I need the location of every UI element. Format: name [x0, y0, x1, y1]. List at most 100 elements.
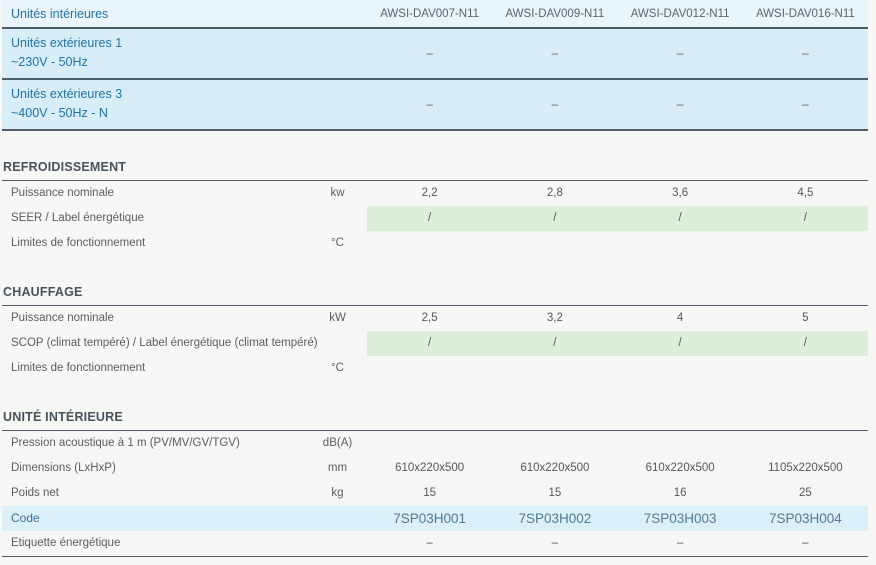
column-header-model-3: AWSI-DAV012-N11 — [630, 7, 730, 20]
cell-value — [492, 431, 617, 456]
outdoor-unit-spec: ~230V - 50Hz — [11, 55, 88, 69]
row-label: SCOP (climat tempéré) / Label énergétiqu… — [11, 337, 318, 349]
cell-value: – — [802, 97, 809, 111]
row-unit: °C — [331, 237, 344, 249]
cell-value: 2,8 — [546, 187, 563, 199]
section-unite-interieure: UNITÉ INTÉRIEURE Pression acoustique à 1… — [2, 405, 868, 557]
cell-value — [743, 356, 868, 381]
cell-value: – — [426, 537, 433, 549]
cell-value — [367, 231, 492, 256]
row-label: Limites de fonctionnement — [11, 362, 146, 374]
cell-value: 5 — [802, 312, 809, 324]
table-row: Poids net kg 15 15 16 25 — [2, 481, 868, 506]
cell-value: – — [802, 46, 809, 60]
table-row-code: Code 7SP03H001 7SP03H002 7SP03H003 7SP03… — [2, 506, 868, 531]
cell-value — [618, 356, 743, 381]
product-code: 7SP03H003 — [643, 511, 717, 526]
cell-value: – — [802, 537, 809, 549]
row-unit: kW — [329, 312, 346, 324]
section-title: CHAUFFAGE — [2, 280, 868, 306]
cell-value: 3,6 — [672, 187, 689, 199]
row-unit — [308, 506, 367, 531]
row-unit — [308, 331, 367, 356]
cell-value: 25 — [798, 487, 812, 499]
outdoor-unit-name: Unités extérieures 3 — [11, 87, 123, 101]
row-label: Puissance nominale — [11, 187, 114, 199]
row-label: Puissance nominale — [11, 312, 114, 324]
cell-value — [367, 356, 492, 381]
row-label: Code — [11, 511, 40, 525]
table-row: Pression acoustique à 1 m (PV/MV/GV/TGV)… — [2, 431, 868, 456]
cell-value — [743, 431, 868, 456]
cell-value: – — [551, 46, 559, 60]
outdoor-unit-label: Unités extérieures 1 ~230V - 50Hz — [2, 34, 367, 72]
table-row: Etiquette énergétique – – – – — [2, 531, 868, 557]
section-title: UNITÉ INTÉRIEURE — [2, 405, 868, 431]
section-title: REFROIDISSEMENT — [2, 155, 868, 181]
table-header-row: Unités intérieures AWSI-DAV007-N11 AWSI-… — [2, 0, 868, 29]
row-label: Pression acoustique à 1 m (PV/MV/GV/TGV) — [11, 437, 240, 449]
cell-value: / — [492, 331, 618, 356]
cell-value — [367, 431, 492, 456]
cell-value: – — [676, 97, 684, 111]
row-unit: kg — [331, 487, 344, 499]
cell-value: / — [367, 331, 493, 356]
cell-value — [618, 231, 743, 256]
cell-value: 15 — [548, 487, 562, 499]
table-row: Limites de fonctionnement °C — [2, 231, 868, 256]
table-row: SCOP (climat tempéré) / Label énergétiqu… — [2, 331, 868, 356]
table-row: Limites de fonctionnement °C — [2, 356, 868, 381]
cell-value: – — [676, 537, 684, 549]
row-unit — [308, 206, 367, 231]
column-header-model-2: AWSI-DAV009-N11 — [505, 7, 605, 20]
column-header-model-4: AWSI-DAV016-N11 — [755, 7, 855, 20]
cell-value: 610x220x500 — [395, 462, 465, 474]
column-header-model-1: AWSI-DAV007-N11 — [380, 7, 480, 20]
row-unit: kw — [330, 187, 345, 199]
cell-value: 2,2 — [421, 187, 438, 199]
cell-value: – — [551, 97, 559, 111]
cell-value: 15 — [423, 487, 437, 499]
row-unit: mm — [327, 462, 348, 474]
product-code: 7SP03H004 — [768, 511, 842, 526]
cell-value — [492, 231, 617, 256]
outdoor-unit-spec: ~400V - 50Hz - N — [11, 106, 108, 120]
cell-value: – — [551, 537, 559, 549]
table-row: SEER / Label énergétique / / / / — [2, 206, 868, 231]
cell-value — [492, 356, 617, 381]
cell-value: / — [742, 331, 868, 356]
section-refroidissement: REFROIDISSEMENT Puissance nominale kw 2,… — [2, 155, 868, 256]
table-row: Puissance nominale kw 2,2 2,8 3,6 4,5 — [2, 181, 868, 206]
cell-value: 4 — [676, 312, 684, 324]
row-label: SEER / Label énergétique — [11, 212, 144, 224]
cell-value: 1105x220x500 — [768, 462, 843, 474]
row-unit: dB(A) — [322, 437, 353, 449]
outdoor-unit-row-1: Unités extérieures 1 ~230V - 50Hz – – – … — [2, 29, 868, 80]
table-row: Puissance nominale kW 2,5 3,2 4 5 — [2, 306, 868, 331]
row-label: Etiquette énergétique — [11, 537, 121, 549]
outdoor-unit-row-2: Unités extérieures 3 ~400V - 50Hz - N – … — [2, 80, 868, 131]
outdoor-unit-label: Unités extérieures 3 ~400V - 50Hz - N — [2, 85, 367, 123]
cell-value: 4,5 — [797, 187, 814, 199]
cell-value — [743, 231, 868, 256]
section-chauffage: CHAUFFAGE Puissance nominale kW 2,5 3,2 … — [2, 280, 868, 381]
row-label: Poids net — [11, 487, 59, 499]
table-row: Dimensions (LxHxP) mm 610x220x500 610x22… — [2, 456, 868, 481]
row-label: Limites de fonctionnement — [11, 237, 146, 249]
cell-value: / — [617, 206, 743, 231]
cell-value: 2,5 — [421, 312, 438, 324]
product-code: 7SP03H001 — [393, 511, 467, 526]
cell-value: – — [426, 97, 433, 111]
cell-value — [618, 431, 743, 456]
row-unit — [308, 531, 367, 556]
cell-value: 3,2 — [546, 312, 563, 324]
cell-value: / — [492, 206, 618, 231]
cell-value: 610x220x500 — [645, 462, 715, 474]
row-unit: °C — [331, 362, 344, 374]
row-label: Dimensions (LxHxP) — [11, 462, 116, 474]
cell-value: – — [676, 46, 684, 60]
cell-value: / — [617, 331, 743, 356]
cell-value: – — [426, 46, 433, 60]
cell-value: 610x220x500 — [520, 462, 590, 474]
outdoor-unit-name: Unités extérieures 1 — [11, 36, 123, 50]
